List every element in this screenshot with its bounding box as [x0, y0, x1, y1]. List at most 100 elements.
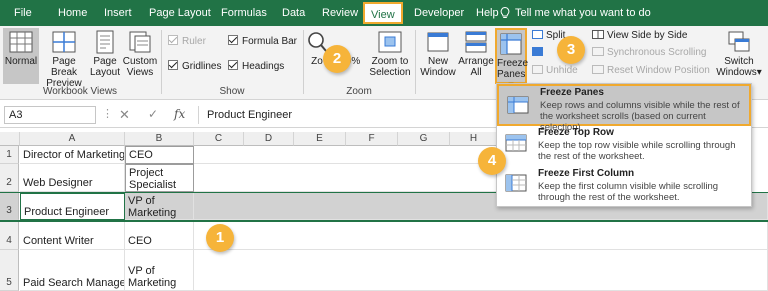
row-header-selected[interactable]: 3	[0, 193, 19, 220]
freeze-panes-button[interactable]: Freeze Panes ▾	[495, 28, 529, 91]
cell-b1[interactable]: CEO	[125, 146, 194, 164]
show-group-label: Show	[219, 86, 245, 97]
row-header[interactable]: 2	[0, 164, 19, 192]
row-header[interactable]: 5	[0, 250, 19, 291]
page-break-preview-button[interactable]: Page Break Preview	[40, 28, 88, 89]
cell-a1[interactable]: Director of Marketing	[20, 146, 125, 164]
tab-view[interactable]: View	[363, 2, 403, 24]
arrange-all-icon	[465, 31, 487, 53]
row-header[interactable]: 1	[0, 146, 19, 164]
headings-checkbox[interactable]: Headings	[228, 60, 284, 74]
page-layout-label-2: Layout	[89, 67, 121, 78]
column-header[interactable]: C	[194, 132, 244, 146]
group-divider	[303, 30, 304, 94]
cell-b5-line-2: Marketing	[128, 277, 177, 289]
cell-a2[interactable]: Web Designer	[20, 164, 125, 192]
page-layout-view-icon	[96, 30, 114, 54]
empty-cells-row-4[interactable]	[194, 222, 768, 250]
custom-views-button[interactable]: Custom Views	[122, 28, 158, 84]
freeze-panes-option-icon	[507, 96, 529, 114]
empty-cells-row-1[interactable]	[194, 146, 498, 164]
row-header[interactable]: 4	[0, 222, 19, 250]
reset-window-position-icon	[592, 65, 604, 74]
lightbulb-icon	[500, 7, 510, 18]
hide-button[interactable]	[532, 46, 546, 60]
freeze-panes-label-1: Freeze	[497, 58, 529, 69]
page-break-label-1: Page Break	[50, 56, 78, 78]
custom-views-label-2: Views	[126, 67, 154, 78]
view-side-by-side-button[interactable]: View Side by Side	[592, 29, 687, 43]
normal-view-button[interactable]: Normal	[3, 28, 39, 84]
workbook-views-group-label: Workbook Views	[42, 86, 118, 97]
new-window-icon	[427, 32, 449, 52]
step-callout-4: 4	[478, 147, 506, 175]
tab-formulas[interactable]: Formulas	[221, 0, 267, 26]
ruler-checkbox[interactable]: Ruler	[168, 35, 206, 49]
cell-a4[interactable]: Content Writer	[20, 222, 125, 250]
ruler-label: Ruler	[182, 36, 206, 47]
column-header[interactable]: E	[294, 132, 346, 146]
cell-b4[interactable]: CEO	[125, 222, 194, 250]
freeze-top-row-option[interactable]: Freeze Top Row Keep the top row visible …	[497, 126, 751, 168]
zoom-to-selection-button[interactable]: Zoom to Selection	[368, 28, 412, 84]
empty-cells-row-2[interactable]	[194, 164, 498, 192]
cell-b3-line-2: Marketing	[128, 207, 177, 219]
switch-windows-icon	[728, 31, 750, 52]
gridlines-checkbox[interactable]: Gridlines	[168, 60, 221, 74]
cell-a3-active[interactable]: Product Engineer	[20, 193, 125, 220]
formula-bar-checkbox[interactable]: Formula Bar	[228, 35, 297, 49]
reset-window-position-button[interactable]: Reset Window Position	[592, 64, 710, 78]
synchronous-scrolling-icon	[592, 47, 604, 56]
tab-insert[interactable]: Insert	[104, 0, 132, 26]
freeze-first-column-title: Freeze First Column	[538, 168, 635, 179]
cancel-icon[interactable]: ✕	[119, 107, 130, 123]
side-by-side-icon	[592, 30, 604, 39]
synchronous-scrolling-button[interactable]: Synchronous Scrolling	[592, 46, 707, 60]
new-window-button[interactable]: New Window	[418, 28, 458, 84]
cell-a5[interactable]: Paid Search Manager	[20, 250, 125, 291]
column-header[interactable]: D	[244, 132, 294, 146]
split-icon	[532, 30, 543, 39]
tab-file[interactable]: File	[14, 0, 32, 26]
step-callout-2: 2	[323, 45, 351, 73]
freeze-first-column-option[interactable]: Freeze First Column Keep the first colum…	[497, 168, 751, 208]
arrange-all-button[interactable]: Arrange All	[458, 28, 494, 84]
column-header[interactable]: H	[450, 132, 498, 146]
freeze-panes-option[interactable]: Freeze Panes Keep rows and columns visib…	[497, 84, 751, 133]
freeze-top-row-desc: Keep the top row visible while scrolling…	[538, 140, 736, 162]
page-break-preview-icon	[52, 31, 76, 53]
tab-developer[interactable]: Developer	[414, 0, 464, 26]
more-options-icon: ⋮	[102, 108, 113, 120]
page-layout-view-button[interactable]: Page Layout	[89, 28, 121, 84]
page-layout-label-1: Page	[93, 56, 117, 67]
tab-help[interactable]: Help	[476, 0, 499, 26]
cell-b5[interactable]: VP of Marketing	[125, 250, 194, 291]
tell-me-search[interactable]: Tell me what you want to do	[515, 0, 651, 26]
tab-home[interactable]: Home	[58, 0, 87, 26]
new-window-label-1: New	[427, 56, 448, 67]
ruler-checkbox-box	[168, 35, 178, 45]
column-header[interactable]: B	[125, 132, 194, 146]
cell-b3[interactable]: VP of Marketing	[125, 193, 194, 220]
tab-page-layout[interactable]: Page Layout	[149, 0, 211, 26]
empty-cells-row-5[interactable]	[194, 250, 768, 291]
tab-review[interactable]: Review	[322, 0, 358, 26]
ribbon-tab-bar: File Home Insert Page Layout Formulas Da…	[0, 0, 768, 26]
freeze-top-row-title: Freeze Top Row	[538, 127, 614, 138]
select-all-corner[interactable]	[0, 132, 20, 146]
formula-input[interactable]: Product Engineer	[198, 106, 494, 124]
step-callout-1: 1	[206, 224, 234, 252]
column-header[interactable]: G	[398, 132, 450, 146]
column-header[interactable]: A	[20, 132, 125, 146]
column-header[interactable]: F	[346, 132, 398, 146]
headings-checkbox-box	[228, 60, 238, 70]
enter-check-icon[interactable]: ✓	[148, 107, 158, 121]
step-callout-3: 3	[557, 36, 585, 64]
tab-data[interactable]: Data	[282, 0, 305, 26]
unhide-button[interactable]: Unhide	[532, 64, 578, 78]
switch-windows-button[interactable]: Switch Windows▾	[716, 28, 762, 84]
insert-function-icon[interactable]: fx	[174, 107, 185, 121]
cell-b2[interactable]: Project Specialist	[125, 164, 194, 192]
custom-views-label-1: Custom	[122, 56, 158, 67]
name-box[interactable]: A3	[4, 106, 96, 124]
